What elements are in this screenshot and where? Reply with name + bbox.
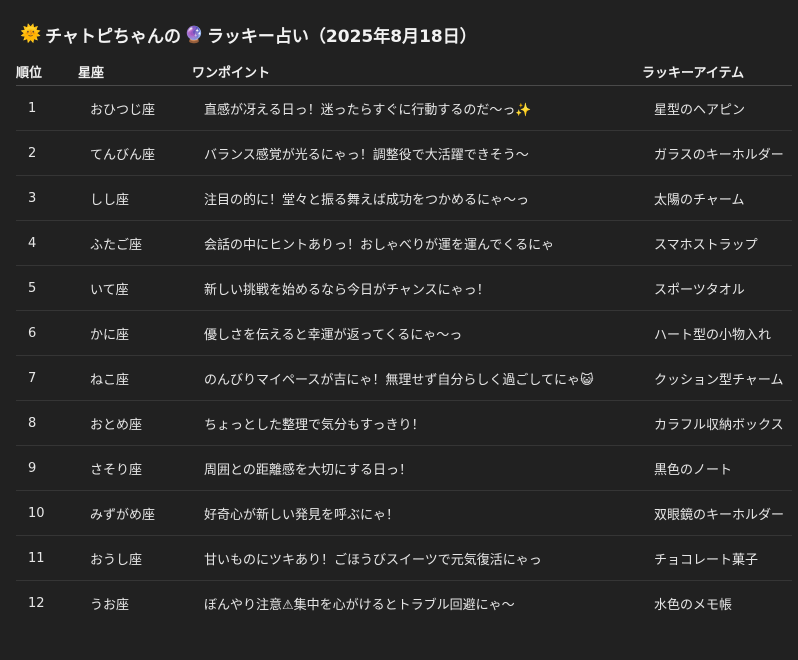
rank-cell: 1 (16, 85, 78, 131)
sign-cell: ねこ座 (78, 355, 192, 401)
point-cell: 周囲との距離感を大切にする日っ！ (192, 445, 642, 491)
crystal-ball-icon: 🔮 (184, 24, 204, 44)
point-cell: 直感が冴える日っ！迷ったらすぐに行動するのだ〜っ✨ (192, 85, 642, 131)
rank-cell: 3 (16, 175, 78, 221)
item-cell: 黒色のノート (642, 445, 792, 491)
table-header-row: 順位 星座 ワンポイント ラッキーアイテム (16, 58, 792, 86)
sign-cell: いて座 (78, 265, 192, 311)
rank-cell: 7 (16, 355, 78, 401)
rank-cell: 5 (16, 265, 78, 311)
rank-cell: 8 (16, 400, 78, 446)
item-cell: 太陽のチャーム (642, 175, 792, 221)
sign-cell: しし座 (78, 175, 192, 221)
point-cell: ちょっとした整理で気分もすっきり！ (192, 400, 642, 446)
sign-cell: さそり座 (78, 445, 192, 491)
table-row: 2 てんびん座 バランス感覚が光るにゃっ！調整役で大活躍できそう〜 ガラスのキー… (16, 130, 792, 176)
point-cell: 甘いものにツキあり！ごほうびスイーツで元気復活にゃっ (192, 535, 642, 581)
point-cell: バランス感覚が光るにゃっ！調整役で大活躍できそう〜 (192, 130, 642, 176)
sign-cell: うお座 (90, 597, 130, 613)
header-sign: 星座 (78, 58, 192, 86)
item-cell: クッション型チャーム (642, 355, 792, 401)
table-row: 1 おひつじ座 直感が冴える日っ！迷ったらすぐに行動するのだ〜っ✨ 星型のヘアピ… (16, 85, 792, 131)
item-cell: カラフル収納ボックス (642, 400, 792, 446)
item-cell: チョコレート菓子 (642, 535, 792, 581)
point-cell: 優しさを伝えると幸運が返ってくるにゃ〜っ (192, 310, 642, 356)
table-row: 6 かに座 優しさを伝えると幸運が返ってくるにゃ〜っ ハート型の小物入れ (16, 310, 792, 356)
title-text-before: チャトピちゃんの (45, 26, 182, 47)
point-cell: のんびりマイペースが吉にゃ！無理せず自分らしく過ごしてにゃ😺 (192, 355, 642, 401)
point-cell: 注目の的に！堂々と振る舞えば成功をつかめるにゃ〜っ (192, 175, 642, 221)
table-row: 12 うお座 ぼんやり注意⚠集中を心がけるとトラブル回避にゃ〜 水色のメモ帳 (16, 581, 792, 626)
rank-cell: 12 (28, 595, 45, 611)
sign-cell: てんびん座 (78, 130, 192, 176)
table-row: 3 しし座 注目の的に！堂々と振る舞えば成功をつかめるにゃ〜っ 太陽のチャーム (16, 175, 792, 221)
sign-cell: かに座 (78, 310, 192, 356)
point-cell: 会話の中にヒントありっ！おしゃべりが運を運んでくるにゃ (192, 220, 642, 266)
sign-cell: おうし座 (78, 535, 192, 581)
rank-cell: 9 (16, 445, 78, 491)
sign-cell: おひつじ座 (78, 85, 192, 131)
table-row: 8 おとめ座 ちょっとした整理で気分もすっきり！ カラフル収納ボックス (16, 400, 792, 446)
item-cell: ハート型の小物入れ (642, 310, 792, 356)
point-cell: 好奇心が新しい発見を呼ぶにゃ！ (192, 490, 642, 536)
sun-icon: 🌞 (20, 24, 42, 44)
table-row: 5 いて座 新しい挑戦を始めるなら今日がチャンスにゃっ！ スポーツタオル (16, 265, 792, 311)
table-row: 10 みずがめ座 好奇心が新しい発見を呼ぶにゃ！ 双眼鏡のキーホルダー (16, 490, 792, 536)
rank-cell: 2 (16, 130, 78, 176)
item-cell: 水色のメモ帳 (654, 597, 733, 613)
title-text-after: ラッキー占い（2025年8月18日） (206, 26, 477, 47)
rank-cell: 6 (16, 310, 78, 356)
item-cell: スマホストラップ (642, 220, 792, 266)
page-title: 🌞 チャトピちゃんの 🔮 ラッキー占い（2025年8月18日） (20, 20, 477, 48)
sign-cell: ふたご座 (78, 220, 192, 266)
rank-cell: 10 (16, 490, 78, 536)
table-row: 11 おうし座 甘いものにツキあり！ごほうびスイーツで元気復活にゃっ チョコレー… (16, 535, 792, 581)
table-row: 7 ねこ座 のんびりマイペースが吉にゃ！無理せず自分らしく過ごしてにゃ😺 クッシ… (16, 355, 792, 401)
sign-cell: おとめ座 (78, 400, 192, 446)
header-item: ラッキーアイテム (642, 58, 792, 86)
item-cell: スポーツタオル (642, 265, 792, 311)
item-cell: 星型のヘアピン (642, 85, 792, 131)
rank-cell: 4 (16, 220, 78, 266)
rank-cell: 11 (16, 535, 78, 581)
point-cell: 新しい挑戦を始めるなら今日がチャンスにゃっ！ (192, 265, 642, 311)
header-point: ワンポイント (192, 58, 642, 86)
fortune-table: 順位 星座 ワンポイント ラッキーアイテム 1 おひつじ座 直感が冴える日っ！迷… (16, 58, 792, 625)
sign-cell: みずがめ座 (78, 490, 192, 536)
table-row: 9 さそり座 周囲との距離感を大切にする日っ！ 黒色のノート (16, 445, 792, 491)
item-cell: 双眼鏡のキーホルダー (642, 490, 792, 536)
item-cell: ガラスのキーホルダー (642, 130, 792, 176)
point-cell: ぼんやり注意⚠集中を心がけるとトラブル回避にゃ〜 (204, 597, 515, 613)
header-rank: 順位 (16, 58, 78, 86)
table-row: 4 ふたご座 会話の中にヒントありっ！おしゃべりが運を運んでくるにゃ スマホスト… (16, 220, 792, 266)
